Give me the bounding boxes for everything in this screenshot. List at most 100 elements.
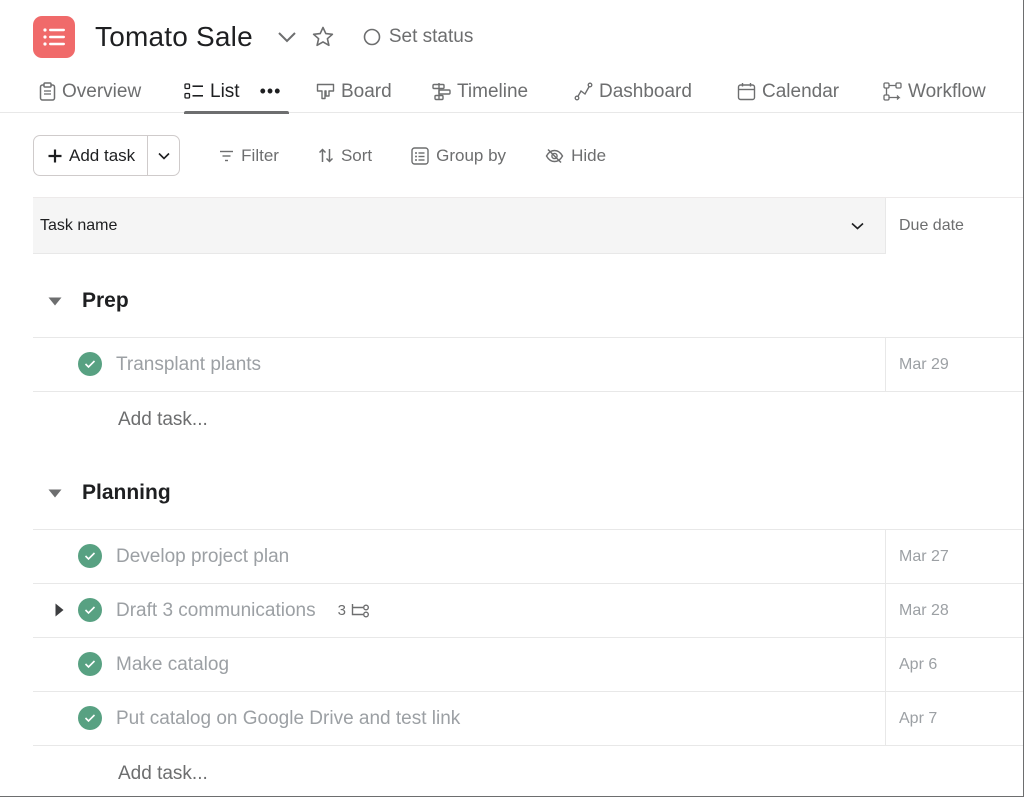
star-icon [312, 26, 334, 47]
check-icon [84, 714, 96, 723]
add-task-button[interactable]: Add task [34, 136, 149, 175]
timeline-icon [432, 83, 451, 101]
filter-label: Filter [241, 145, 279, 165]
task-due-date[interactable]: Mar 27 [885, 530, 1024, 583]
check-icon [84, 552, 96, 561]
column-header-task-name[interactable]: Task name [40, 198, 117, 254]
task-name[interactable]: Put catalog on Google Drive and test lin… [116, 692, 460, 745]
add-task-row: Add task... [33, 745, 1024, 797]
caret-down-icon [48, 489, 62, 497]
tab-label: Calendar [762, 80, 840, 102]
chevron-down-icon [850, 222, 864, 230]
set-status-label: Set status [388, 26, 474, 47]
column-options-button[interactable] [846, 215, 868, 237]
hide-label: Hide [571, 145, 607, 165]
task-row[interactable]: Put catalog on Google Drive and test lin… [33, 691, 1024, 745]
dashboard-icon [574, 82, 593, 101]
chevron-down-icon [158, 152, 170, 160]
task-row[interactable]: Make catalog Apr 6 [33, 637, 1024, 691]
tab-timeline[interactable]: Timeline [432, 70, 528, 113]
add-task-row: Add task... [33, 391, 1024, 447]
subtask-expand-toggle[interactable] [52, 601, 66, 619]
task-name[interactable]: Develop project plan [116, 530, 289, 583]
add-task-inline-button[interactable]: Add task... [118, 746, 208, 797]
hide-button[interactable]: Hide [545, 146, 606, 166]
calendar-icon [737, 83, 756, 101]
tab-board[interactable]: Board [316, 70, 392, 113]
task-complete-checkbox[interactable] [78, 598, 102, 622]
section-header-planning: Planning [33, 451, 1024, 535]
set-status-button[interactable]: Set status [363, 26, 474, 48]
filter-button[interactable]: Filter [219, 146, 279, 166]
task-complete-checkbox[interactable] [78, 706, 102, 730]
section-title: Prep [82, 289, 129, 312]
tab-overview[interactable]: Overview [39, 70, 141, 113]
task-name-cell[interactable]: Draft 3 communications 3 [116, 584, 370, 637]
tab-workflow[interactable]: Workflow [883, 70, 986, 113]
section-collapse-toggle[interactable] [33, 286, 77, 316]
section-header-prep: Prep [33, 259, 1024, 343]
group-by-button[interactable]: Group by [411, 146, 506, 166]
subtasks-icon [351, 604, 369, 618]
group-by-icon [411, 146, 429, 165]
subtask-count[interactable]: 3 [338, 602, 370, 619]
view-tabs: Overview List ••• Board Timeline Dashboa… [0, 70, 1024, 114]
status-circle-icon [363, 28, 381, 46]
sort-label: Sort [340, 145, 373, 165]
group-by-label: Group by [436, 145, 507, 165]
task-due-date[interactable]: Mar 28 [885, 584, 1024, 637]
list-bullets-icon [184, 83, 203, 99]
check-icon [84, 360, 96, 369]
project-menu-button[interactable] [275, 25, 299, 49]
tab-label: Timeline [457, 80, 529, 102]
check-icon [84, 606, 96, 615]
chevron-down-icon [278, 32, 296, 43]
tab-label: Dashboard [599, 80, 692, 102]
add-task-label: Add task [69, 145, 136, 165]
task-row[interactable]: Transplant plants Mar 29 [33, 337, 1024, 391]
board-icon [316, 83, 335, 100]
project-list-icon[interactable] [33, 16, 75, 58]
section-title: Planning [82, 481, 171, 504]
tab-label: Board [341, 80, 392, 102]
clipboard-icon [39, 82, 56, 101]
task-complete-checkbox[interactable] [78, 652, 102, 676]
caret-right-icon [55, 603, 63, 617]
caret-down-icon [48, 297, 62, 305]
list-toolbar: Add task Filter Sort Group by Hide [33, 135, 606, 176]
task-name: Draft 3 communications [116, 599, 316, 621]
task-due-date[interactable]: Apr 7 [885, 692, 1024, 745]
add-task-split-button: Add task [33, 135, 181, 176]
section-collapse-toggle[interactable] [33, 478, 77, 508]
task-due-date[interactable]: Mar 29 [885, 338, 1024, 391]
filter-icon [220, 150, 234, 161]
table-header: Task name Due date [33, 197, 1024, 254]
task-row[interactable]: Draft 3 communications 3 Mar 28 [33, 583, 1024, 637]
tab-label: List [210, 80, 240, 102]
task-complete-checkbox[interactable] [78, 544, 102, 568]
plus-icon [48, 149, 62, 162]
task-name[interactable]: Transplant plants [116, 338, 261, 391]
subtask-count-value: 3 [337, 602, 346, 619]
task-name[interactable]: Make catalog [116, 638, 229, 691]
column-header-due-date[interactable]: Due date [885, 198, 1024, 254]
project-title: Tomato Sale [95, 21, 253, 52]
workflow-icon [883, 82, 902, 101]
tab-label: Workflow [908, 80, 986, 102]
add-task-dropdown-button[interactable] [148, 136, 179, 175]
tab-more-button[interactable]: ••• [260, 81, 282, 102]
project-header: Tomato Sale Set status [33, 16, 473, 58]
tab-label: Overview [62, 80, 142, 102]
add-task-inline-button[interactable]: Add task... [118, 392, 208, 448]
sort-button[interactable]: Sort [318, 146, 372, 166]
task-row[interactable]: Develop project plan Mar 27 [33, 529, 1024, 583]
sort-icon [318, 148, 333, 163]
check-icon [84, 660, 96, 669]
tab-list[interactable]: List ••• [184, 70, 290, 114]
tab-calendar[interactable]: Calendar [737, 70, 839, 113]
eye-off-icon [545, 148, 564, 163]
favorite-button[interactable] [309, 23, 337, 51]
tab-dashboard[interactable]: Dashboard [574, 70, 692, 113]
task-complete-checkbox[interactable] [78, 352, 102, 376]
task-due-date[interactable]: Apr 6 [885, 638, 1024, 691]
